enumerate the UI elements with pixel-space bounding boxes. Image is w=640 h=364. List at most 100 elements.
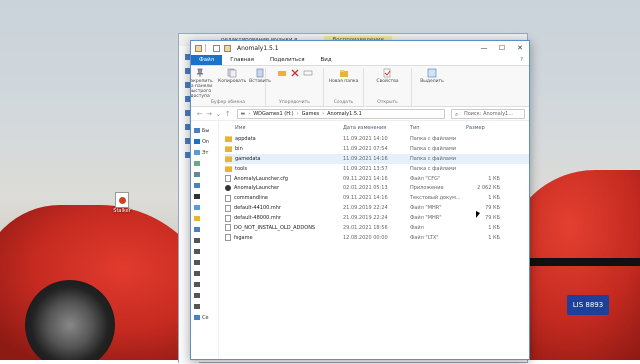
- nav-item[interactable]: [191, 213, 218, 224]
- nav-item-quick-access[interactable]: Бы: [191, 125, 218, 136]
- file-type: Файл "CFG": [410, 175, 441, 182]
- address-bar[interactable]: ▬ › WDGames1 (H:) › Games › Anomaly1.5.1: [236, 108, 445, 119]
- select-button[interactable]: Выделить: [420, 68, 444, 84]
- create-group-label: Создать: [333, 100, 354, 105]
- nav-item[interactable]: [191, 246, 218, 257]
- rename-icon[interactable]: [303, 68, 313, 78]
- folder-icon: [225, 155, 232, 162]
- nav-item[interactable]: [191, 301, 218, 312]
- drive-icon: [194, 238, 200, 243]
- table-row[interactable]: default-48000.mhr 21.09.2019 22:24 Файл "M…: [225, 213, 529, 223]
- back-arrow-icon[interactable]: ←: [195, 110, 204, 118]
- folder-icon: [225, 145, 232, 152]
- table-row[interactable]: fsgame 12.08.2020 00:00 Файл "LTX" 1 КБ: [225, 233, 529, 243]
- nav-item-this-pc[interactable]: Эт: [191, 147, 218, 158]
- file-type: Папка с файлами: [410, 135, 456, 142]
- file-name-cell: tools: [225, 165, 343, 172]
- navigation-pane: Бы On Эт Се: [191, 121, 219, 359]
- file-type: Папка с файлами: [410, 165, 456, 172]
- nav-item[interactable]: [191, 235, 218, 246]
- nav-item-onedrive[interactable]: On: [191, 136, 218, 147]
- folder-icon: [194, 194, 200, 199]
- nav-item[interactable]: [191, 257, 218, 268]
- table-row[interactable]: bin 11.09.2021 07:54 Папка с файлами: [225, 144, 529, 154]
- nav-item[interactable]: [191, 224, 218, 235]
- search-input[interactable]: ⌕ Поиск: Anomaly1...: [450, 108, 525, 119]
- new-folder-button[interactable]: Новая папка: [329, 68, 358, 84]
- nav-item[interactable]: [191, 279, 218, 290]
- table-row[interactable]: commandline 09.11.2021 14:16 Текстовый док…: [225, 193, 529, 203]
- properties-quick-icon[interactable]: [213, 44, 220, 52]
- delete-icon[interactable]: [290, 68, 300, 78]
- license-plate: LIS 8893: [567, 295, 609, 315]
- select-label: Выделить: [420, 79, 444, 84]
- nav-item[interactable]: [191, 169, 218, 180]
- tab-home[interactable]: Главная: [222, 55, 262, 65]
- titlebar[interactable]: Anomaly1.5.1 — ☐ ✕: [191, 41, 529, 55]
- divider: [205, 44, 206, 52]
- properties-button[interactable]: Свойства: [377, 68, 398, 84]
- table-row[interactable]: tools 11.09.2021 13:57 Папка с файлами: [225, 164, 529, 174]
- open-group: Свойства Открыть: [364, 68, 412, 106]
- file-date: 02.01.2021 05:13: [343, 185, 388, 192]
- table-row[interactable]: DO_NOT_INSTALL_OLD_ADDONS 29.01.2021 18:5…: [225, 223, 529, 233]
- pin-icon: [196, 68, 204, 77]
- minimize-button[interactable]: —: [475, 44, 493, 52]
- close-button[interactable]: ✕: [511, 44, 529, 52]
- copy-button[interactable]: Копировать: [218, 68, 246, 84]
- nav-item[interactable]: [191, 180, 218, 191]
- star-icon: [194, 128, 200, 133]
- column-size[interactable]: Размер: [466, 125, 506, 131]
- nav-item[interactable]: [191, 290, 218, 301]
- explorer-window[interactable]: Anomaly1.5.1 — ☐ ✕ Файл Главная Поделить…: [190, 40, 530, 360]
- table-row[interactable]: appdata 11.09.2021 14:10 Папка с файлами: [225, 134, 529, 144]
- new-folder-icon: [339, 70, 348, 77]
- file-name: default-44100.mhr: [234, 205, 281, 212]
- file-name-cell: commandline: [225, 194, 343, 202]
- breadcrumb-games[interactable]: Games: [302, 111, 320, 117]
- nav-item[interactable]: [191, 268, 218, 279]
- tab-file[interactable]: Файл: [191, 55, 223, 65]
- desktop-shortcut-stalker[interactable]: Stalker: [112, 192, 132, 216]
- file-date: 09.11.2021 14:16: [343, 195, 388, 202]
- chevron-down-icon[interactable]: ⌄: [214, 110, 223, 118]
- nav-label: Бы: [202, 127, 210, 134]
- file-date: 21.09.2019 22:24: [343, 205, 388, 212]
- tab-share[interactable]: Поделиться: [262, 55, 313, 65]
- drive-icon: [194, 304, 200, 309]
- file-date: 11.09.2021 13:57: [343, 165, 388, 172]
- column-date[interactable]: Дата изменения: [343, 125, 410, 131]
- stalker-icon: [115, 192, 129, 208]
- table-row[interactable]: default-44100.mhr 21.09.2019 22:24 Файл "M…: [225, 203, 529, 213]
- pin-button[interactable]: Закрепить на панели быстрого доступа: [191, 68, 215, 99]
- nav-item-network[interactable]: Се: [191, 312, 218, 323]
- maximize-button[interactable]: ☐: [493, 44, 511, 52]
- up-arrow-icon[interactable]: ↑: [223, 110, 232, 118]
- drive-icon: [194, 271, 200, 276]
- car-wheel: [25, 280, 115, 360]
- select-group: Выделить: [412, 68, 452, 106]
- file-name-cell: fsgame: [225, 234, 343, 242]
- forward-arrow-icon[interactable]: →: [204, 110, 213, 118]
- nav-item[interactable]: [191, 191, 218, 202]
- paste-icon: [256, 68, 264, 78]
- help-icon[interactable]: ?: [520, 57, 523, 63]
- tab-view[interactable]: Вид: [313, 55, 340, 65]
- nav-label: Эт: [202, 149, 209, 156]
- column-name[interactable]: Имя: [225, 125, 343, 131]
- nav-item[interactable]: [191, 202, 218, 213]
- move-to-icon[interactable]: [277, 68, 287, 78]
- table-row[interactable]: AnomalyLauncher.cfg 09.11.2021 14:16 Файл …: [225, 174, 529, 184]
- column-type[interactable]: Тип: [410, 125, 466, 131]
- table-row[interactable]: gamedata 11.09.2021 14:16 Папка с файлами: [225, 153, 529, 164]
- file-name-cell: gamedata: [225, 155, 343, 162]
- new-folder-quick-icon[interactable]: [224, 44, 231, 52]
- breadcrumb-anomaly[interactable]: Anomaly1.5.1: [327, 111, 362, 117]
- nav-item[interactable]: [191, 158, 218, 169]
- breadcrumb-chevron: ›: [248, 110, 251, 117]
- file-date: 11.09.2021 14:16: [343, 155, 388, 162]
- folder-icon: [195, 44, 202, 52]
- table-row[interactable]: AnomalyLauncher 02.01.2021 05:13 Приложени…: [225, 183, 529, 193]
- computer-icon: [194, 150, 200, 155]
- breadcrumb-drive[interactable]: WDGames1 (H:): [253, 111, 293, 117]
